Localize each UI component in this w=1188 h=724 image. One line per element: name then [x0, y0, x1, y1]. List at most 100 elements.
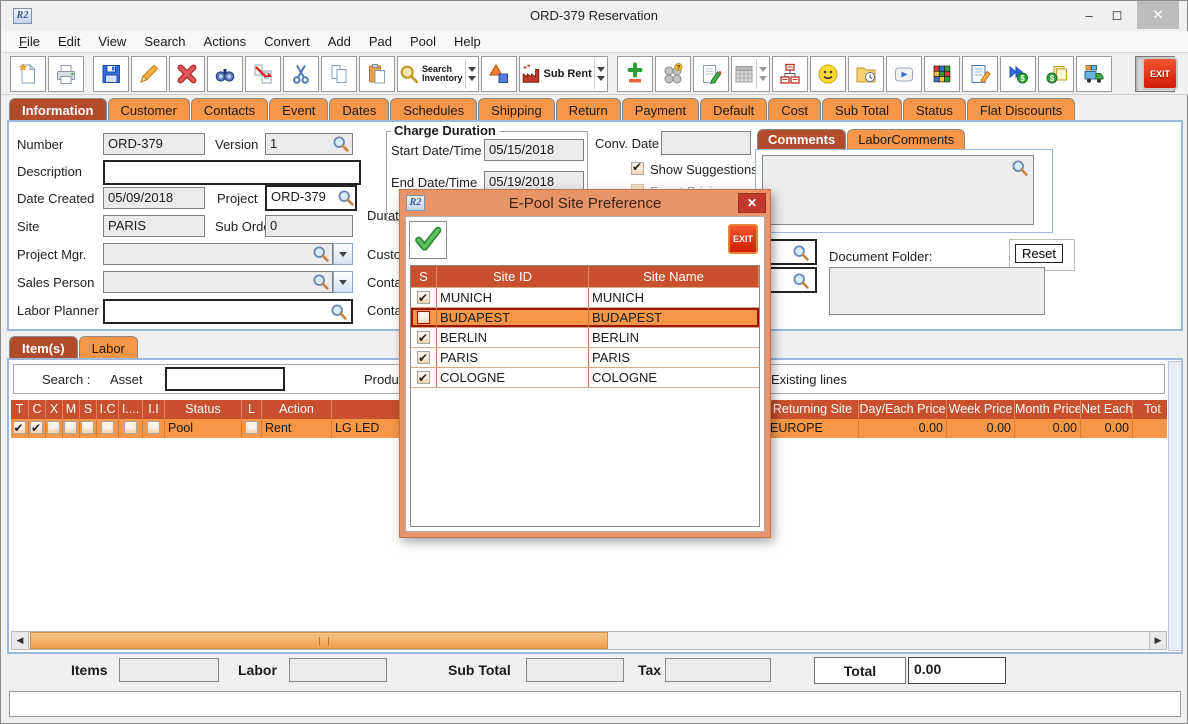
tab-subtotal[interactable]: Sub Total: [822, 98, 902, 121]
menu-add[interactable]: Add: [319, 32, 360, 51]
close-button[interactable]: ✕: [1137, 1, 1179, 29]
money-notes-button[interactable]: $: [1038, 56, 1074, 92]
new-document-button[interactable]: [10, 56, 46, 92]
project-lookup-icon[interactable]: [336, 188, 355, 207]
menu-pad[interactable]: Pad: [360, 32, 401, 51]
row-x-checkbox[interactable]: [47, 421, 60, 434]
run-button[interactable]: [886, 56, 922, 92]
row-ic-checkbox[interactable]: [101, 421, 114, 434]
row-t-checkbox[interactable]: [13, 421, 26, 434]
site-row-paris[interactable]: PARIS PARIS: [411, 348, 759, 368]
labor-planner-field[interactable]: [103, 299, 353, 324]
tab-schedules[interactable]: Schedules: [390, 98, 477, 121]
tab-dates[interactable]: Dates: [329, 98, 389, 121]
cut-button[interactable]: [283, 56, 319, 92]
edit-button[interactable]: [131, 56, 167, 92]
tab-labor[interactable]: Labor: [79, 336, 138, 359]
site-row-berlin[interactable]: BERLIN BERLIN: [411, 328, 759, 348]
tab-default[interactable]: Default: [700, 98, 767, 121]
project-mgr-lookup-icon[interactable]: [311, 244, 330, 263]
scroll-thumb[interactable]: [30, 632, 608, 649]
toolbar-exit-button[interactable]: EXIT: [1142, 57, 1178, 90]
smiley-button[interactable]: [810, 56, 846, 92]
tab-status[interactable]: Status: [903, 98, 966, 121]
find-button[interactable]: [207, 56, 243, 92]
paris-checkbox[interactable]: [417, 351, 430, 364]
menu-search[interactable]: Search: [135, 32, 194, 51]
project-mgr-dropdown[interactable]: [333, 243, 353, 265]
tab-items[interactable]: Item(s): [9, 336, 78, 359]
copy-button[interactable]: [321, 56, 357, 92]
tab-labor-comments[interactable]: LaborComments: [847, 129, 965, 149]
dialog-ok-button[interactable]: [409, 221, 447, 259]
folder-history-button[interactable]: [848, 56, 884, 92]
shapes-button[interactable]: [481, 56, 517, 92]
notes-edit-button[interactable]: [693, 56, 729, 92]
cologne-checkbox[interactable]: [417, 371, 430, 384]
comments-textarea[interactable]: [762, 155, 1034, 225]
delete-button[interactable]: [169, 56, 205, 92]
group-items-button[interactable]: ?: [655, 56, 691, 92]
items-hscrollbar[interactable]: ◀ ▶: [11, 631, 1167, 650]
reset-button[interactable]: Reset: [1015, 244, 1063, 263]
items-vscrollbar[interactable]: [1168, 361, 1182, 651]
menu-convert[interactable]: Convert: [255, 32, 319, 51]
document-folder-textarea[interactable]: [829, 267, 1045, 315]
tab-payment[interactable]: Payment: [622, 98, 699, 121]
truck-button[interactable]: [1076, 56, 1112, 92]
save-button[interactable]: [93, 56, 129, 92]
show-suggestions-checkbox[interactable]: [631, 162, 644, 175]
site-row-munich[interactable]: MUNICH MUNICH: [411, 288, 759, 308]
tab-event[interactable]: Event: [269, 98, 328, 121]
description-field[interactable]: [103, 160, 361, 185]
labor-planner-lookup-icon[interactable]: [329, 302, 348, 321]
add-line-button[interactable]: [617, 56, 653, 92]
contact1-lookup-icon[interactable]: [791, 271, 810, 290]
tab-customer[interactable]: Customer: [108, 98, 190, 121]
scroll-right-arrow[interactable]: ▶: [1149, 632, 1166, 649]
row-c-checkbox[interactable]: [30, 421, 43, 434]
berlin-checkbox[interactable]: [417, 331, 430, 344]
dialog-close-button[interactable]: ✕: [738, 193, 766, 213]
budapest-checkbox[interactable]: [417, 311, 430, 324]
sub-rent-button[interactable]: Sub Rent: [519, 56, 608, 92]
search-inventory-dropdown[interactable]: [465, 59, 478, 89]
comments-zoom-icon[interactable]: [1010, 158, 1029, 177]
send-money-button[interactable]: $: [1000, 56, 1036, 92]
sales-person-dropdown[interactable]: [333, 271, 353, 293]
tab-contacts[interactable]: Contacts: [191, 98, 268, 121]
tab-information[interactable]: Information: [9, 98, 107, 121]
tab-flat-discounts[interactable]: Flat Discounts: [967, 98, 1075, 121]
scroll-left-arrow[interactable]: ◀: [12, 632, 29, 649]
status-bar-input[interactable]: [9, 691, 1181, 717]
minimize-button[interactable]: –: [1077, 1, 1101, 29]
cube-button[interactable]: [924, 56, 960, 92]
site-row-cologne[interactable]: COLOGNE COLOGNE: [411, 368, 759, 388]
search-inventory-button[interactable]: SearchInventory: [397, 56, 479, 92]
menu-actions[interactable]: Actions: [195, 32, 256, 51]
tab-comments[interactable]: Comments: [757, 129, 846, 149]
calendar-dropdown[interactable]: [756, 59, 769, 89]
menu-pool[interactable]: Pool: [401, 32, 445, 51]
paste-button[interactable]: [359, 56, 395, 92]
dialog-exit-button[interactable]: EXIT: [728, 224, 758, 254]
menu-view[interactable]: View: [89, 32, 135, 51]
sales-person-lookup-icon[interactable]: [311, 272, 330, 291]
menu-help[interactable]: Help: [445, 32, 490, 51]
row-m-checkbox[interactable]: [64, 421, 77, 434]
asset-input[interactable]: [165, 367, 285, 391]
menu-file[interactable]: File: [10, 32, 49, 51]
row-l-checkbox[interactable]: [245, 421, 258, 434]
version-lookup-icon[interactable]: [331, 134, 350, 153]
transfer-copy-button[interactable]: [245, 56, 281, 92]
customer-lookup-icon[interactable]: [791, 243, 810, 262]
dialog-title-bar[interactable]: R2 E-Pool Site Preference ✕: [400, 190, 770, 216]
row-s-checkbox[interactable]: [81, 421, 94, 434]
row-idots-checkbox[interactable]: [124, 421, 137, 434]
munich-checkbox[interactable]: [417, 291, 430, 304]
sub-rent-dropdown[interactable]: [594, 59, 607, 89]
worksheet-edit-button[interactable]: [962, 56, 998, 92]
maximize-button[interactable]: ◻: [1105, 1, 1129, 29]
tab-cost[interactable]: Cost: [768, 98, 821, 121]
tab-shipping[interactable]: Shipping: [478, 98, 555, 121]
